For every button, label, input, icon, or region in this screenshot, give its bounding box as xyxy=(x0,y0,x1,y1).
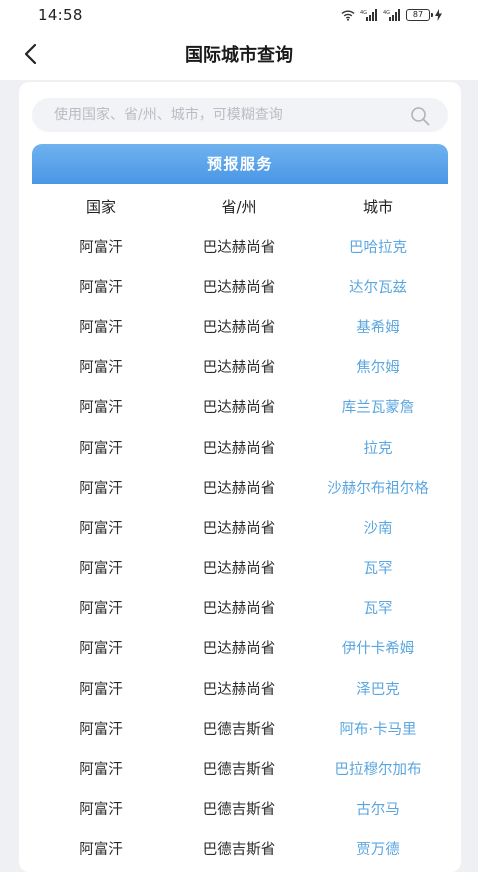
cell-province: 巴达赫尚省 xyxy=(202,319,276,336)
city-link[interactable]: 伊什卡希姆 xyxy=(308,637,448,658)
city-link[interactable]: 巴拉穆尔加布 xyxy=(308,758,448,779)
search-icon[interactable] xyxy=(410,106,430,126)
cell-country: 阿富汗 xyxy=(79,681,123,698)
cell-country: 阿富汗 xyxy=(79,762,123,779)
table-row[interactable]: 阿富汗 巴达赫尚省 泽巴克 xyxy=(32,668,448,708)
cell-province: 巴达赫尚省 xyxy=(202,239,276,256)
svg-text:4G: 4G xyxy=(360,10,367,16)
table-row[interactable]: 阿富汗 巴达赫尚省 达尔瓦兹 xyxy=(32,266,448,306)
cell-country: 阿富汗 xyxy=(79,561,123,578)
column-header-country: 国家 xyxy=(85,197,116,216)
city-link[interactable]: 库兰瓦蒙詹 xyxy=(308,396,448,417)
cell-country: 阿富汗 xyxy=(79,400,123,417)
battery-icon: 87 xyxy=(406,9,433,21)
cell-country: 阿富汗 xyxy=(79,601,123,618)
cell-province: 巴达赫尚省 xyxy=(202,480,276,497)
city-link[interactable]: 基希姆 xyxy=(308,316,448,337)
table-row[interactable]: 阿富汗 巴达赫尚省 巴哈拉克 xyxy=(32,226,448,266)
column-header-city: 城市 xyxy=(362,197,393,216)
table-row[interactable]: 阿富汗 巴达赫尚省 瓦罕 xyxy=(32,588,448,628)
cell-province: 巴德吉斯省 xyxy=(202,802,276,819)
cell-country: 阿富汗 xyxy=(79,641,123,658)
signal-icon: 4G xyxy=(360,9,377,21)
wifi-icon xyxy=(341,10,355,21)
content-card: 预报服务 国家 省/州 城市 阿富汗巴达赫尚省巴哈拉克阿富汗巴达赫尚省达尔瓦兹阿… xyxy=(19,82,461,872)
nav-bar: 国际城市查询 xyxy=(0,30,478,80)
column-header-province: 省/州 xyxy=(221,197,257,216)
cell-province: 巴达赫尚省 xyxy=(202,561,276,578)
city-link[interactable]: 沙赫尔布祖尔格 xyxy=(308,477,448,498)
table-row[interactable]: 阿富汗 巴达赫尚省 焦尔姆 xyxy=(32,347,448,387)
table-row[interactable]: 阿富汗 巴达赫尚省 伊什卡希姆 xyxy=(32,628,448,668)
city-link[interactable]: 瓦罕 xyxy=(308,597,448,618)
cell-country: 阿富汗 xyxy=(79,279,123,296)
search-input[interactable] xyxy=(54,98,394,132)
city-link[interactable]: 沙南 xyxy=(308,517,448,538)
cell-country: 阿富汗 xyxy=(79,842,123,859)
cell-province: 巴德吉斯省 xyxy=(202,721,276,738)
signal-icon: 4G xyxy=(383,9,400,21)
city-link[interactable]: 古尔马 xyxy=(308,798,448,819)
table-header: 国家 省/州 城市 xyxy=(32,186,448,226)
status-bar: 14:58 4G 4G 87 xyxy=(0,0,478,30)
cell-country: 阿富汗 xyxy=(79,360,123,377)
table-row[interactable]: 阿富汗 巴达赫尚省 沙南 xyxy=(32,507,448,547)
forecast-service-header: 预报服务 xyxy=(32,144,448,184)
city-link[interactable]: 阿布·卡马里 xyxy=(308,718,448,739)
cell-province: 巴达赫尚省 xyxy=(202,279,276,296)
table-row[interactable]: 阿富汗 巴达赫尚省 库兰瓦蒙詹 xyxy=(32,387,448,427)
table-row[interactable]: 阿富汗 巴德吉斯省 阿布·卡马里 xyxy=(32,708,448,748)
cell-country: 阿富汗 xyxy=(79,440,123,457)
table-row[interactable]: 阿富汗 巴达赫尚省 瓦罕 xyxy=(32,548,448,588)
cell-country: 阿富汗 xyxy=(79,239,123,256)
cell-province: 巴达赫尚省 xyxy=(202,440,276,457)
cell-province: 巴达赫尚省 xyxy=(202,400,276,417)
table-row[interactable]: 阿富汗 巴达赫尚省 基希姆 xyxy=(32,306,448,346)
cell-country: 阿富汗 xyxy=(79,721,123,738)
city-link[interactable]: 泽巴克 xyxy=(308,678,448,699)
table-row[interactable]: 阿富汗 巴德吉斯省 巴拉穆尔加布 xyxy=(32,748,448,788)
cell-country: 阿富汗 xyxy=(79,520,123,537)
cell-province: 巴达赫尚省 xyxy=(202,520,276,537)
city-link[interactable]: 达尔瓦兹 xyxy=(308,276,448,297)
status-icons: 4G 4G 87 xyxy=(341,8,442,22)
table-row[interactable]: 阿富汗 巴达赫尚省 沙赫尔布祖尔格 xyxy=(32,467,448,507)
cell-country: 阿富汗 xyxy=(79,480,123,497)
search-bar[interactable] xyxy=(32,98,448,132)
table-row[interactable]: 阿富汗 巴德吉斯省 古尔马 xyxy=(32,789,448,829)
status-time: 14:58 xyxy=(38,6,83,24)
cell-province: 巴达赫尚省 xyxy=(202,360,276,377)
svg-text:4G: 4G xyxy=(383,10,390,16)
charging-icon xyxy=(435,9,442,21)
table-row[interactable]: 阿富汗 巴德吉斯省 贾万德 xyxy=(32,829,448,869)
page-title: 国际城市查询 xyxy=(185,45,293,66)
cell-province: 巴德吉斯省 xyxy=(202,762,276,779)
city-table: 阿富汗 巴达赫尚省 巴哈拉克 阿富汗 巴达赫尚省 达尔瓦兹 阿富汗 巴达赫尚省 基希姆 阿富汗 巴达… xyxy=(32,226,448,869)
city-link[interactable]: 贾万德 xyxy=(308,838,448,859)
cell-province: 巴德吉斯省 xyxy=(202,842,276,859)
cell-province: 巴达赫尚省 xyxy=(202,601,276,618)
city-link[interactable]: 拉克 xyxy=(308,437,448,458)
city-link[interactable]: 瓦罕 xyxy=(308,557,448,578)
city-link[interactable]: 巴哈拉克 xyxy=(308,236,448,257)
city-link[interactable]: 焦尔姆 xyxy=(308,356,448,377)
cell-country: 阿富汗 xyxy=(79,802,123,819)
cell-country: 阿富汗 xyxy=(79,319,123,336)
table-row[interactable]: 阿富汗 巴达赫尚省 拉克 xyxy=(32,427,448,467)
cell-province: 巴达赫尚省 xyxy=(202,641,276,658)
cell-province: 巴达赫尚省 xyxy=(202,681,276,698)
